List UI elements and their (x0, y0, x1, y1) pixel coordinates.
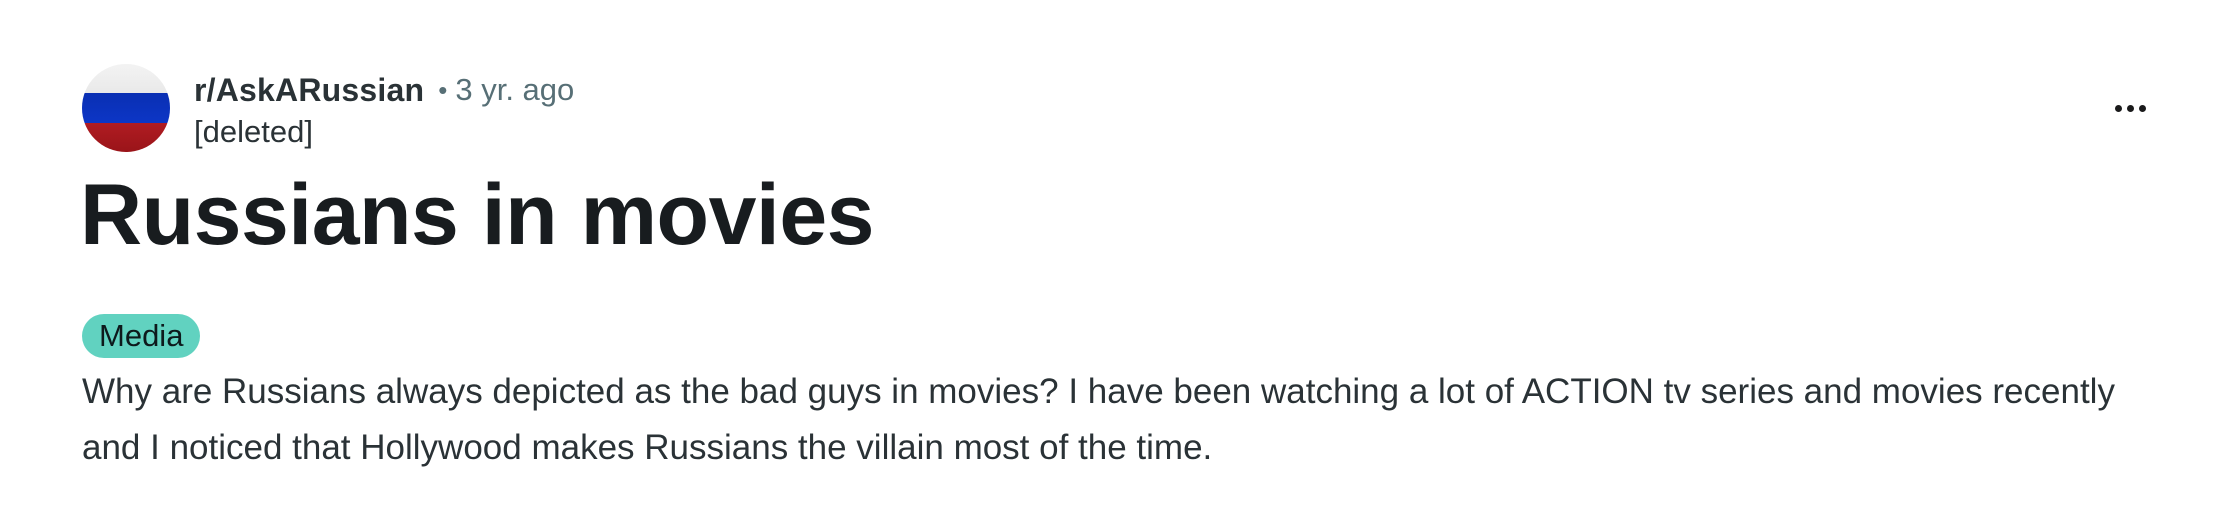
more-options-icon[interactable] (2106, 84, 2154, 132)
meta-separator: • (438, 74, 448, 105)
post-author: [deleted] (194, 114, 313, 149)
flag-white-stripe (82, 64, 170, 94)
russian-flag-avatar-icon[interactable] (82, 64, 170, 152)
post-card: r/AskARussian • 3 yr. ago [deleted] Russ… (0, 0, 2224, 526)
flag-red-stripe (82, 122, 170, 152)
flag-blue-stripe (82, 93, 170, 123)
subreddit-link[interactable]: r/AskARussian (194, 72, 424, 109)
post-title: Russians in movies (80, 167, 874, 263)
post-meta: r/AskARussian • 3 yr. ago [deleted] (194, 64, 574, 152)
more-dot (2114, 104, 2122, 112)
subreddit-row: r/AskARussian • 3 yr. ago (194, 68, 574, 112)
post-header: r/AskARussian • 3 yr. ago [deleted] (82, 64, 574, 152)
post-timestamp: 3 yr. ago (455, 72, 575, 107)
more-dot (2138, 104, 2146, 112)
post-flair[interactable]: Media (82, 314, 201, 358)
post-body-text: Why are Russians always depicted as the … (82, 372, 2115, 467)
more-dot (2126, 104, 2134, 112)
